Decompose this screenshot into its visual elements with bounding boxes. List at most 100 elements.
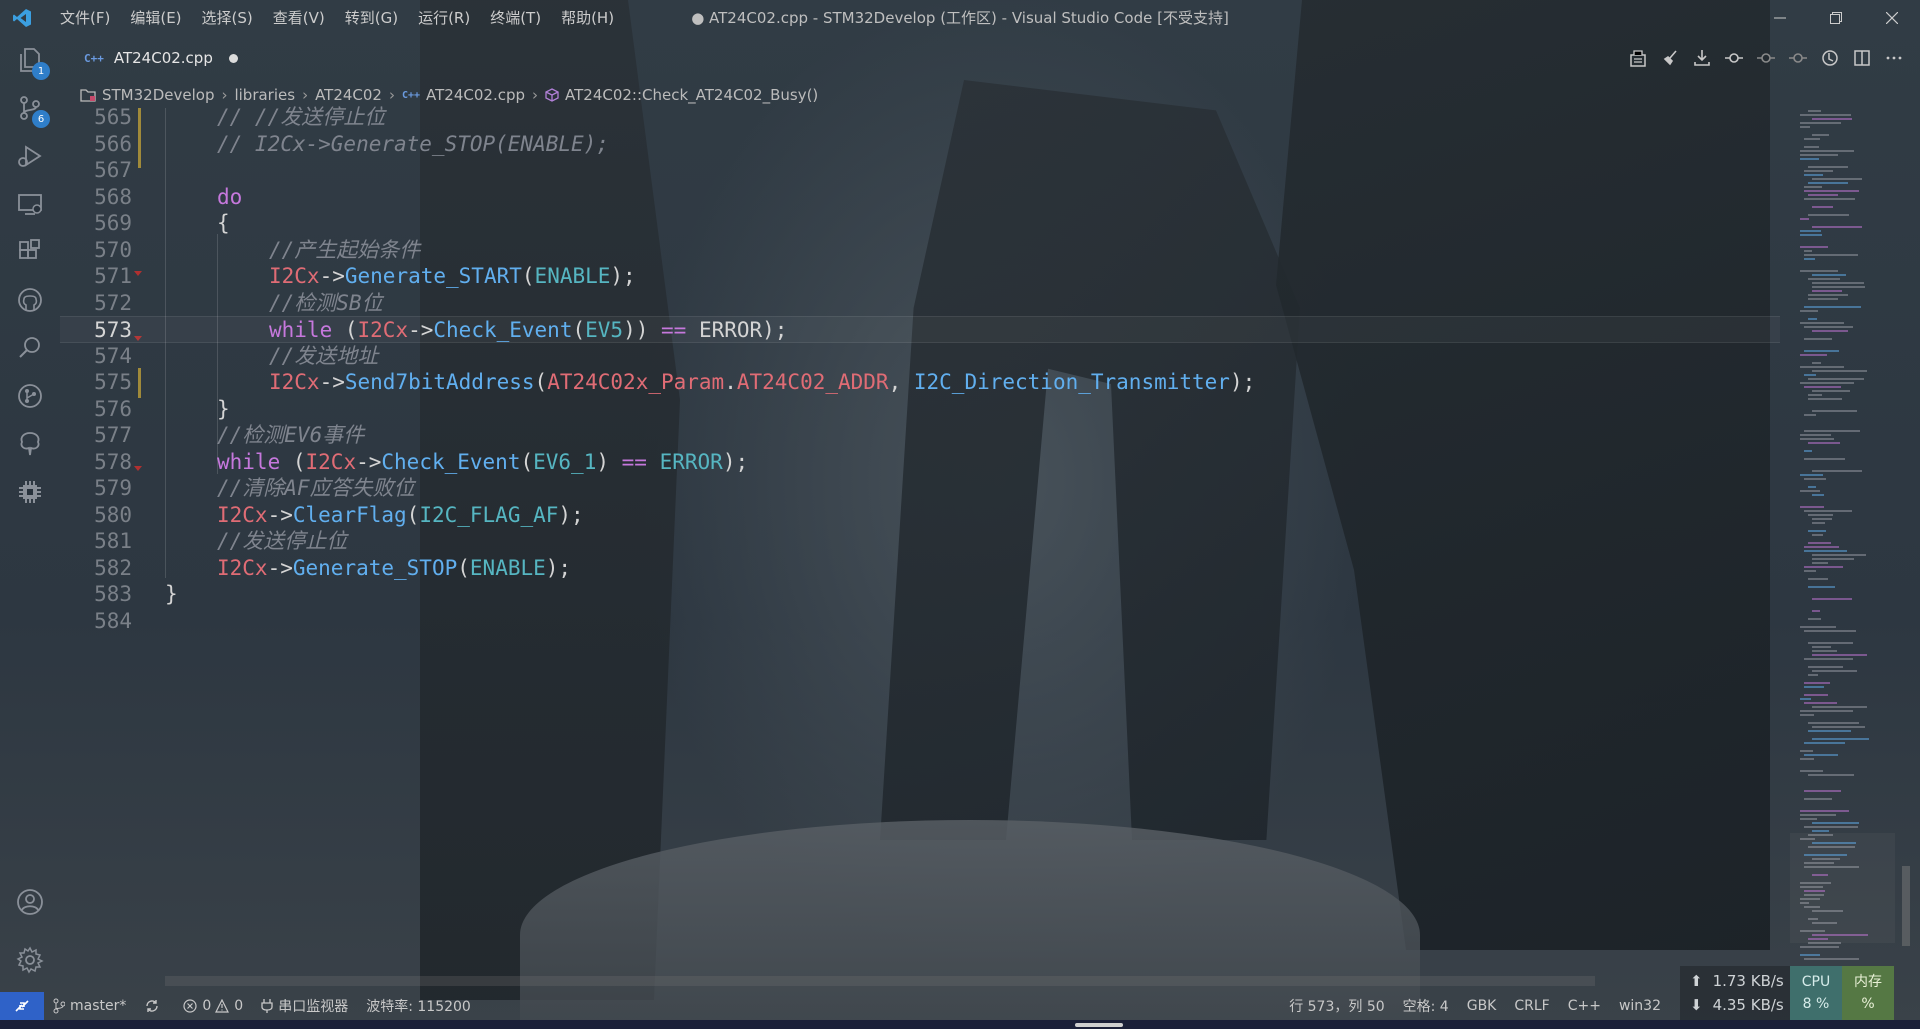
encoding[interactable]: GBK: [1458, 992, 1506, 1020]
code-token: (: [521, 264, 535, 288]
clean-brush-icon[interactable]: [1654, 42, 1686, 74]
menu-terminal[interactable]: 终端(T): [480, 0, 551, 36]
code-line[interactable]: 569 {: [60, 210, 1780, 237]
git-graph-icon[interactable]: [0, 372, 60, 420]
minimap-line: [1804, 702, 1837, 704]
code-line[interactable]: 565 // //发送停止位: [60, 104, 1780, 131]
chip-icon[interactable]: [0, 468, 60, 516]
vscode-logo-icon: [0, 0, 44, 36]
menu-go[interactable]: 转到(G): [335, 0, 408, 36]
commit-prev-icon[interactable]: [1750, 42, 1782, 74]
code-line[interactable]: 575 I2Cx->Send7bitAddress(AT24C02x_Param.…: [60, 369, 1780, 396]
code-token: Send7bitAddress: [344, 370, 535, 394]
menu-file[interactable]: 文件(F): [50, 0, 120, 36]
code-line[interactable]: 568 do: [60, 184, 1780, 211]
minimap[interactable]: [1790, 108, 1900, 978]
code-line[interactable]: 584: [60, 608, 1780, 635]
code-token: //发送地址: [269, 343, 379, 368]
restore-icon[interactable]: [1808, 0, 1864, 36]
build-icon[interactable]: [1622, 42, 1654, 74]
code-token: )): [623, 318, 661, 342]
minimap-line: [1804, 682, 1830, 684]
code-line[interactable]: 580 I2Cx->ClearFlag(I2C_FLAG_AF);: [60, 502, 1780, 529]
close-icon[interactable]: [1864, 0, 1920, 36]
menu-selection[interactable]: 选择(S): [192, 0, 263, 36]
code-line[interactable]: 579 //清除AF应答失败位: [60, 475, 1780, 502]
code-line[interactable]: 581 //发送停止位: [60, 528, 1780, 555]
line-number: 581: [94, 529, 132, 553]
code-line[interactable]: 577 //检测EV6事件: [60, 422, 1780, 449]
cursor-position[interactable]: 行 573，列 50: [1280, 992, 1393, 1020]
menu-run[interactable]: 运行(R): [408, 0, 480, 36]
baud-rate[interactable]: 波特率: 115200: [357, 992, 480, 1020]
remote-explorer-icon[interactable]: [0, 180, 60, 228]
minimap-line: [1804, 894, 1824, 896]
github-icon[interactable]: [0, 276, 60, 324]
code-line[interactable]: 576}: [60, 396, 1780, 423]
minimap-line: [1800, 230, 1821, 232]
minimize-icon[interactable]: [1752, 0, 1808, 36]
branch-status[interactable]: master*: [44, 992, 135, 1020]
settings-gear-icon[interactable]: [0, 936, 60, 984]
menu-edit[interactable]: 编辑(E): [120, 0, 191, 36]
breadcrumb-folder-at24c02[interactable]: AT24C02: [315, 86, 382, 104]
horizontal-scrollbar[interactable]: [165, 976, 1595, 986]
more-actions-icon[interactable]: [1878, 42, 1910, 74]
breadcrumb-folder-libraries[interactable]: libraries: [234, 86, 295, 104]
sync-status[interactable]: [135, 992, 174, 1020]
window-controls: [1752, 0, 1920, 36]
minimap-line: [1808, 394, 1822, 396]
commit-icon[interactable]: [1718, 42, 1750, 74]
minimap-line: [1812, 830, 1829, 832]
run-debug-icon[interactable]: [0, 132, 60, 180]
end-of-line[interactable]: CRLF: [1505, 992, 1558, 1020]
minimap-line: [1808, 642, 1853, 644]
breadcrumb-symbol[interactable]: AT24C02::Check_AT24C02_Busy(): [565, 86, 818, 104]
language-mode[interactable]: C++: [1559, 992, 1610, 1020]
code-token: EV5: [585, 318, 624, 342]
minimap-line: [1812, 822, 1859, 824]
accounts-icon[interactable]: [0, 878, 60, 926]
serial-monitor-button[interactable]: 串口监视器: [252, 992, 357, 1020]
code-line[interactable]: 566 // I2Cx->Generate_STOP(ENABLE);: [60, 131, 1780, 158]
code-token: (: [457, 555, 470, 580]
commit-next-icon[interactable]: [1782, 42, 1814, 74]
breadcrumb-root[interactable]: STM32Develop: [102, 86, 214, 104]
menu-view[interactable]: 查看(V): [263, 0, 335, 36]
code-line[interactable]: 578 while (I2Cx->Check_Event(EV6_1) == ER…: [60, 449, 1780, 476]
code-line[interactable]: 567: [60, 157, 1780, 184]
source-control-icon[interactable]: 6: [0, 84, 60, 132]
split-editor-icon[interactable]: [1846, 42, 1878, 74]
platform[interactable]: win32: [1610, 992, 1670, 1020]
vertical-scrollbar-thumb[interactable]: [1902, 866, 1910, 946]
breadcrumb-file[interactable]: AT24C02.cpp: [426, 86, 525, 104]
extensions-icon[interactable]: [0, 228, 60, 276]
code-token: ): [596, 449, 622, 474]
problems-status[interactable]: 0 0: [174, 992, 252, 1020]
timeline-icon[interactable]: [1814, 42, 1846, 74]
minimap-line: [1812, 370, 1867, 372]
code-line[interactable]: 571 I2Cx->Generate_START(ENABLE);: [60, 263, 1780, 290]
minimap-line: [1800, 310, 1818, 312]
code-editor[interactable]: 565 // //发送停止位 566 // I2Cx->Generate_STOP(E…: [60, 105, 1780, 978]
unsaved-dot-icon[interactable]: [228, 53, 238, 63]
minimap-line: [1800, 382, 1854, 384]
explorer-icon[interactable]: 1: [0, 36, 60, 84]
tab-at24c02-cpp[interactable]: C++ AT24C02.cpp: [70, 36, 285, 80]
download-flash-icon[interactable]: [1686, 42, 1718, 74]
search-icon[interactable]: [0, 324, 60, 372]
menu-help[interactable]: 帮助(H): [551, 0, 624, 36]
code-line[interactable]: 572 //检测SB位: [60, 290, 1780, 317]
activity-bar: 1 6: [0, 36, 60, 992]
chevron-right-icon: ›: [221, 86, 228, 104]
tree-icon[interactable]: [0, 420, 60, 468]
remote-indicator[interactable]: [0, 992, 44, 1020]
code-line[interactable]: 574 //发送地址: [60, 343, 1780, 370]
code-text: I2Cx->Generate_START(ENABLE);: [269, 263, 636, 290]
indentation[interactable]: 空格: 4: [1394, 992, 1458, 1020]
code-line[interactable]: 583}: [60, 581, 1780, 608]
minimap-slider[interactable]: [1790, 833, 1895, 943]
code-line[interactable]: 573 while (I2Cx->Check_Event(EV5)) == ERR…: [60, 316, 1780, 343]
code-line[interactable]: 570 //产生起始条件: [60, 237, 1780, 264]
code-line[interactable]: 582 I2Cx->Generate_STOP(ENABLE);: [60, 555, 1780, 582]
